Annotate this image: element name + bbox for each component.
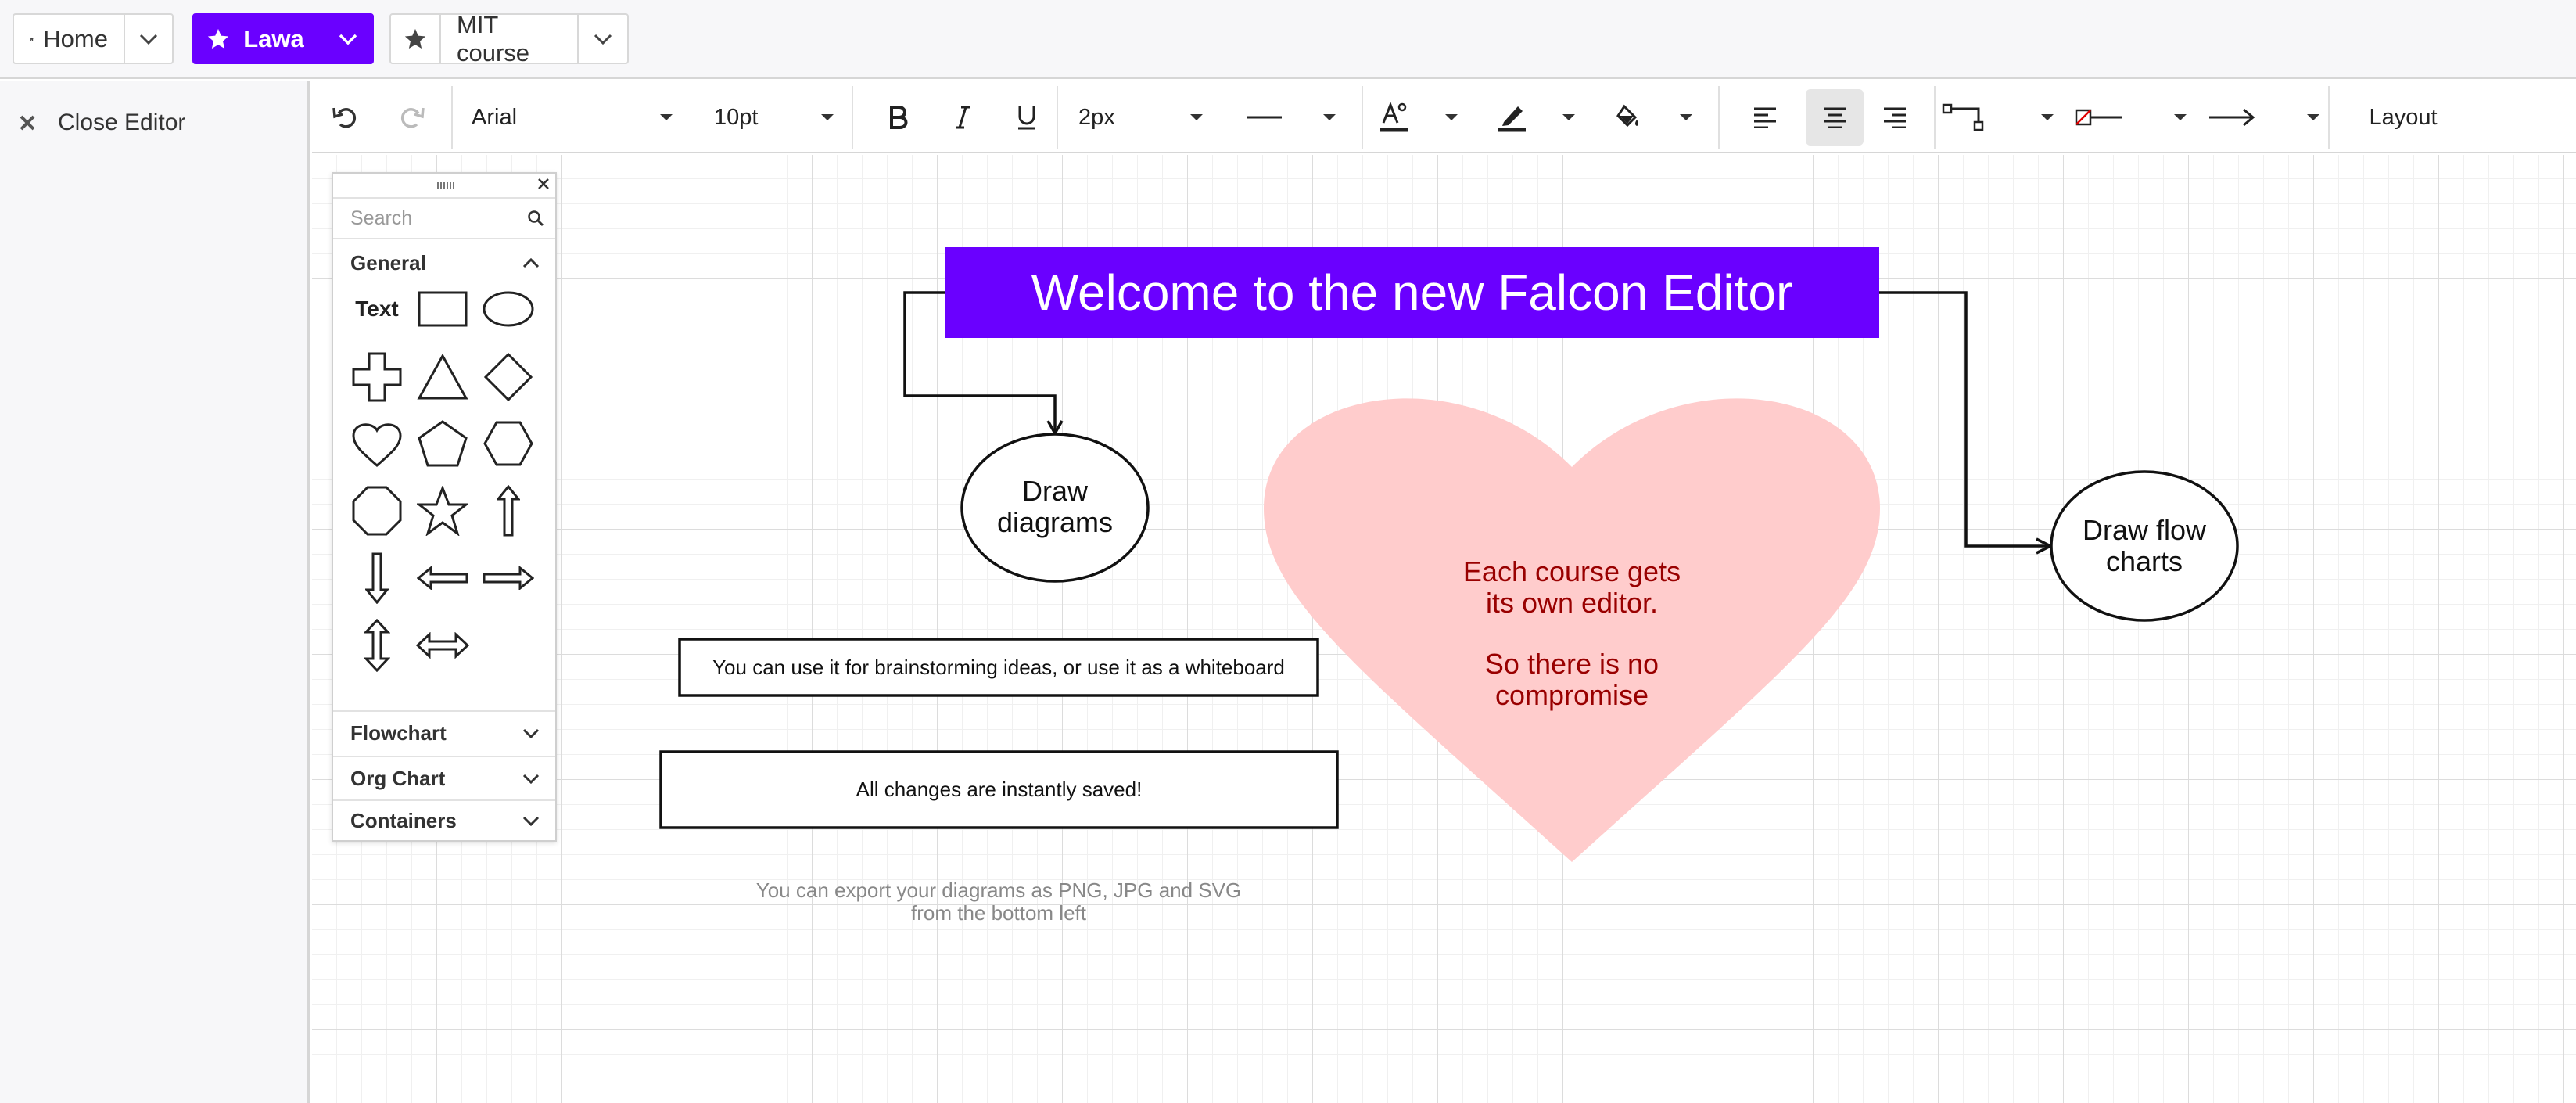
arrow-down-icon [365,552,389,604]
shape-palette: General Text [332,172,557,842]
shape-search-input[interactable] [333,199,513,238]
search-icon[interactable] [527,210,544,227]
export-line2: from the bottom left [911,901,1086,925]
shape-ellipse[interactable] [479,279,538,339]
saved-text: All changes are instantly saved! [856,778,1143,801]
shape-text[interactable]: Text [347,279,407,339]
shape-arrow-left[interactable] [413,548,472,608]
heart-icon [352,423,402,468]
brainstorm-text: You can use it for brainstorming ideas, … [712,656,1285,679]
draw-flow-line2: charts [2105,545,2183,577]
triangle-icon [417,354,468,400]
shape-arrow-right[interactable] [479,548,538,608]
shape-hexagon[interactable] [479,414,538,473]
shape-octagon[interactable] [347,481,407,541]
chevron-down-icon [522,728,540,738]
chevron-up-icon [522,257,540,268]
star-icon [417,486,468,536]
heart-line1: Each course gets [1462,555,1681,587]
connector-to-flowcharts[interactable] [1879,291,2049,548]
section-general-header[interactable]: General [333,241,555,285]
hexagon-icon [483,421,533,466]
heart-text: Each course gets its own editor. So ther… [1376,556,1767,711]
ellipse-icon [483,291,534,327]
shape-arrow-left-right[interactable] [413,616,472,675]
diamond-icon [483,352,533,402]
arrow-left-icon [417,566,468,590]
arrow-up-icon [497,485,520,537]
chevron-down-icon [522,816,540,826]
heart-line2: its own editor. [1485,587,1659,619]
shape-heart[interactable] [347,414,407,473]
rectangle-icon [418,291,468,327]
draw-diagrams-line1: Draw [1021,475,1088,507]
shape-pentagon[interactable] [413,414,472,473]
palette-close-icon[interactable] [536,177,551,191]
section-containers-header[interactable]: Containers [333,799,555,840]
shape-rectangle[interactable] [413,279,472,339]
export-line1: You can export your diagrams as PNG, JPG… [755,878,1242,902]
export-note: You can export your diagrams as PNG, JPG… [686,879,1311,925]
shape-text-label: Text [355,296,399,321]
section-org-chart-header[interactable]: Org Chart [333,756,555,799]
octagon-icon [352,486,402,536]
shape-star[interactable] [413,481,472,541]
pentagon-icon [418,420,468,467]
palette-header[interactable] [333,174,555,197]
section-containers-label: Containers [350,808,457,832]
shape-plus[interactable] [347,347,407,407]
shape-arrow-up[interactable] [479,481,538,541]
arrow-right-icon [483,566,534,590]
shape-diamond[interactable] [479,347,538,407]
draw-flow-line1: Draw flow [2082,514,2207,546]
draw-diagrams-line2: diagrams [996,506,1114,538]
draw-diagrams-text: Draw diagrams [962,476,1148,538]
draw-flow-charts-text: Draw flow charts [2051,515,2237,577]
section-flowchart-label: Flowchart [350,720,447,745]
chevron-down-icon [522,774,540,784]
shape-arrow-down[interactable] [347,548,407,608]
plus-icon [352,352,402,402]
section-general-label: General [350,250,426,275]
arrow-left-right-icon [416,632,469,659]
heart-line3: So there is no [1484,648,1659,680]
heart-line4: compromise [1494,679,1649,711]
section-org-chart-label: Org Chart [350,766,446,790]
shape-arrow-up-down[interactable] [347,616,407,675]
section-flowchart-header[interactable]: Flowchart [333,710,555,754]
palette-search [333,197,555,239]
arrow-up-down-icon [364,619,390,672]
shape-triangle[interactable] [413,347,472,407]
title-text: Welcome to the new Falcon Editor [1031,264,1793,321]
drag-handle-icon[interactable] [436,181,455,189]
heart-spacer [1376,619,1767,649]
